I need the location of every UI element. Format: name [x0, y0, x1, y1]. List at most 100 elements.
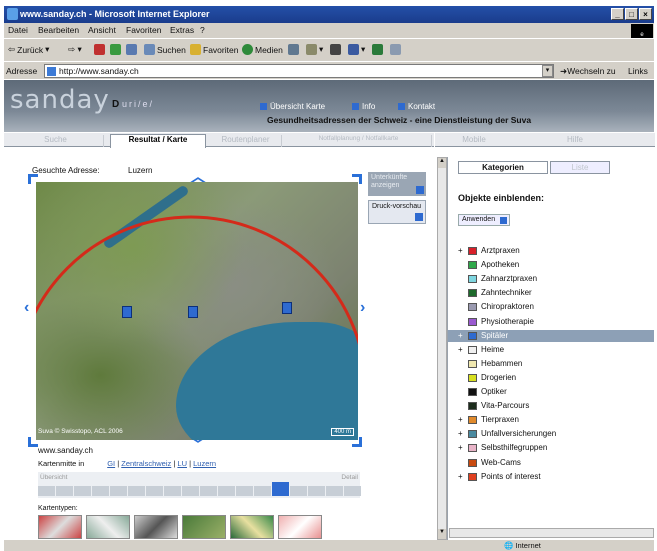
tab-route-planner[interactable]: Routenplaner	[210, 135, 282, 147]
home-button[interactable]	[126, 44, 137, 55]
refresh-button[interactable]	[110, 44, 121, 55]
zoom-step[interactable]	[272, 482, 289, 496]
tab-mobile[interactable]: Mobile	[439, 135, 509, 147]
map-type-thumbnail[interactable]	[182, 515, 226, 539]
history-button[interactable]	[288, 44, 299, 55]
map-type-thumbnail[interactable]	[278, 515, 322, 539]
zoom-step[interactable]	[326, 486, 343, 496]
expand-icon[interactable]: +	[458, 414, 463, 426]
zoom-step[interactable]	[92, 486, 109, 496]
category-item[interactable]: Web-Cams	[448, 457, 654, 469]
category-item[interactable]: Vita-Parcours	[448, 400, 654, 412]
pan-down-arrow-icon[interactable]: ﹀	[190, 438, 206, 454]
toplink-contact[interactable]: Kontakt	[398, 102, 435, 111]
menu-view[interactable]: Ansicht	[88, 25, 116, 35]
expand-icon[interactable]: +	[458, 344, 463, 356]
map-type-thumbnail[interactable]	[86, 515, 130, 539]
category-item[interactable]: + Selbsthilfegruppen	[448, 442, 654, 454]
toplink-overview-map[interactable]: Übersicht Karte	[260, 102, 325, 111]
print-button[interactable]	[330, 44, 341, 55]
zoom-step[interactable]	[74, 486, 91, 496]
expand-icon[interactable]: +	[458, 330, 463, 342]
zoom-step[interactable]	[200, 486, 217, 496]
menu-edit[interactable]: Bearbeiten	[38, 25, 79, 35]
go-button[interactable]: ➜Wechseln zu	[560, 66, 616, 77]
center-link-luzern[interactable]: Luzern	[193, 459, 216, 468]
media-button[interactable]: Medien	[242, 44, 283, 55]
stop-button[interactable]	[94, 44, 105, 55]
category-item[interactable]: Zahnarztpraxen	[448, 273, 654, 285]
pan-left-arrow-icon[interactable]: ‹	[24, 300, 29, 316]
menu-favorites[interactable]: Favoriten	[126, 25, 161, 35]
print-preview-button[interactable]: Druck-vorschau	[368, 200, 426, 224]
zoom-step[interactable]	[254, 486, 271, 496]
forward-button[interactable]: ⇨ ▾	[68, 44, 82, 55]
center-link-gi[interactable]: GI	[107, 459, 115, 468]
category-item[interactable]: Zahntechniker	[448, 287, 654, 299]
horizontal-scrollbar[interactable]	[449, 528, 654, 538]
minimize-button[interactable]: _	[611, 8, 624, 20]
messenger-button[interactable]	[372, 44, 383, 55]
category-item[interactable]: + Unfallversicherungen	[448, 428, 654, 440]
zoom-step[interactable]	[146, 486, 163, 496]
zoom-step[interactable]	[290, 486, 307, 496]
search-button[interactable]: Suchen	[144, 44, 186, 55]
expand-icon[interactable]: +	[458, 428, 463, 440]
category-item[interactable]: Physiotherapie	[448, 316, 654, 328]
category-item[interactable]: Drogerien	[448, 372, 654, 384]
category-item[interactable]: Optiker	[448, 386, 654, 398]
menu-help[interactable]: ?	[200, 25, 205, 35]
scroll-up-icon[interactable]: ▲	[438, 158, 446, 168]
hospital-marker[interactable]	[282, 302, 292, 314]
sanday-logo[interactable]: sanday	[10, 85, 110, 115]
zoom-step[interactable]	[308, 486, 325, 496]
close-button[interactable]: ×	[639, 8, 652, 20]
zoom-step[interactable]	[128, 486, 145, 496]
tab-result-map[interactable]: Resultat / Karte	[110, 134, 206, 148]
toplink-info[interactable]: Info	[352, 102, 375, 111]
tab-search[interactable]: Suche	[8, 135, 104, 147]
tab-help[interactable]: Hilfe	[545, 135, 605, 147]
expand-icon[interactable]: +	[458, 245, 463, 257]
tab-emergency[interactable]: Notfallplanung / Notfallkarte	[286, 135, 432, 147]
zoom-step[interactable]	[182, 486, 199, 496]
zoom-step[interactable]	[164, 486, 181, 496]
category-item[interactable]: + Arztpraxen	[448, 245, 654, 257]
maximize-button[interactable]: □	[625, 8, 638, 20]
tab-categories[interactable]: Kategorien	[458, 161, 548, 174]
menu-file[interactable]: Datei	[8, 25, 28, 35]
vertical-scrollbar[interactable]: ▲ ▼	[437, 157, 447, 540]
category-item[interactable]: Hebammen	[448, 358, 654, 370]
zoom-step[interactable]	[38, 486, 55, 496]
address-input[interactable]: http://www.sanday.ch	[44, 64, 554, 78]
zoom-step[interactable]	[344, 486, 361, 496]
research-button[interactable]	[390, 44, 401, 55]
category-item[interactable]: Apotheken	[448, 259, 654, 271]
zoom-step[interactable]	[110, 486, 127, 496]
category-item[interactable]: Chiropraktoren	[448, 301, 654, 313]
category-item[interactable]: + Heime	[448, 344, 654, 356]
address-dropdown-button[interactable]: ▾	[542, 65, 553, 77]
map-type-thumbnail[interactable]	[230, 515, 274, 539]
category-item[interactable]: + Points of interest	[448, 471, 654, 483]
show-accommodations-button[interactable]: Unterkünfte anzeigen	[368, 172, 426, 196]
expand-icon[interactable]: +	[458, 442, 463, 454]
edit-button[interactable]: ▾	[348, 44, 365, 55]
menu-tools[interactable]: Extras	[170, 25, 194, 35]
tab-list[interactable]: Liste	[550, 161, 610, 174]
zoom-step[interactable]	[236, 486, 253, 496]
aerial-map[interactable]: Suva © Swisstopo, ACL 2006 400 m	[36, 182, 358, 440]
back-button[interactable]: ⇦ Zurück ▾	[8, 44, 49, 55]
scroll-down-icon[interactable]: ▼	[438, 529, 446, 539]
mail-button[interactable]: ▾	[306, 44, 323, 55]
map-type-thumbnail[interactable]	[38, 515, 82, 539]
favorites-button[interactable]: Favoriten	[190, 44, 238, 55]
zoom-slider[interactable]: Übersicht Detail	[38, 472, 361, 498]
center-link-lu[interactable]: LU	[177, 459, 187, 468]
hospital-marker[interactable]	[188, 306, 198, 318]
hospital-marker[interactable]	[122, 306, 132, 318]
category-item[interactable]: + Spitäler	[448, 329, 654, 342]
zoom-step[interactable]	[56, 486, 73, 496]
center-link-zentralschweiz[interactable]: Zentralschweiz	[121, 459, 171, 468]
category-item[interactable]: + Tierpraxen	[448, 414, 654, 426]
